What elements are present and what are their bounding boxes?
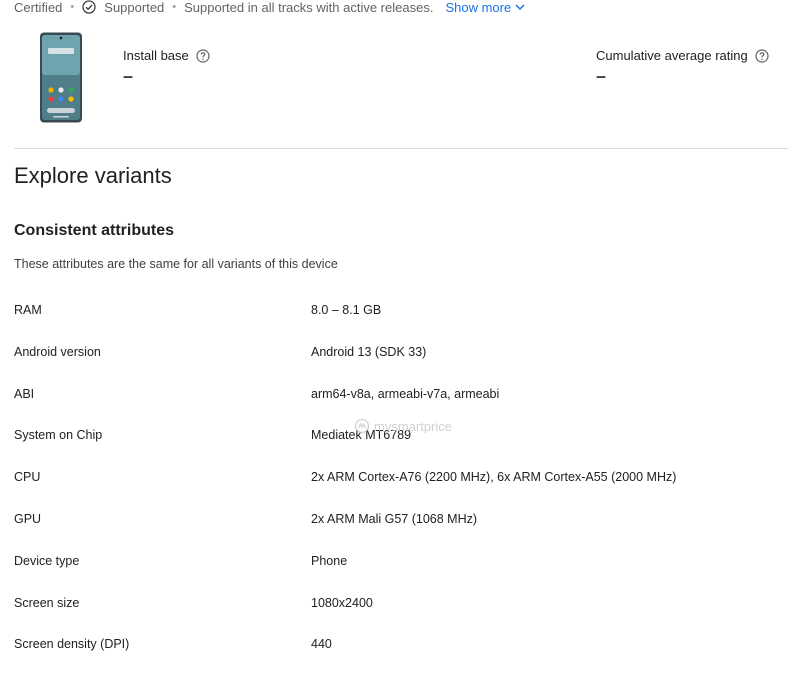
chevron-down-icon	[514, 1, 526, 13]
watermark: mysmartprice	[354, 418, 452, 434]
attribute-value: 2x ARM Cortex-A76 (2200 MHz), 6x ARM Cor…	[311, 470, 677, 485]
attribute-name: System on Chip	[14, 428, 103, 443]
watermark-text: mysmartprice	[374, 418, 453, 434]
attribute-name: Android version	[14, 344, 101, 359]
attributes-table: RAM 8.0 – 8.1 GB Android version Android…	[14, 290, 774, 666]
table-row: RAM 8.0 – 8.1 GB	[14, 290, 774, 332]
attribute-name: CPU	[14, 470, 41, 485]
table-row: ABI arm64-v8a, armeabi-v7a, armeabi	[14, 374, 774, 416]
table-row: GPU 2x ARM Mali G57 (1068 MHz)	[14, 499, 774, 541]
attribute-name: Device type	[14, 553, 80, 568]
install-base-value: –	[123, 66, 134, 86]
help-icon[interactable]	[196, 48, 210, 63]
table-row: Screen size 1080x2400	[14, 583, 774, 625]
support-status-bar: Certified • Supported • Supported in all…	[14, 0, 526, 16]
section-description: These attributes are the same for all va…	[14, 257, 338, 271]
supported-label: Supported	[104, 0, 165, 15]
show-more-link[interactable]: Show more	[445, 0, 526, 15]
attribute-value: 440	[311, 637, 332, 652]
section-title: Consistent attributes	[14, 222, 175, 239]
table-row: Android version Android 13 (SDK 33)	[14, 332, 774, 374]
check-circle-icon	[82, 0, 96, 14]
attribute-value: 2x ARM Mali G57 (1068 MHz)	[311, 511, 478, 526]
watermark-logo-icon	[354, 418, 370, 434]
certified-label: Certified	[14, 0, 63, 15]
separator-dot: •	[70, 1, 75, 13]
attribute-value: arm64-v8a, armeabi-v7a, armeabi	[311, 386, 500, 401]
average-rating-value: –	[596, 66, 607, 86]
device-image	[39, 32, 83, 123]
average-rating-label: Cumulative average rating	[596, 48, 748, 63]
attribute-name: Screen density (DPI)	[14, 637, 130, 652]
average-rating-stat: Cumulative average rating –	[596, 48, 769, 87]
table-row: Device type Phone	[14, 541, 774, 583]
separator-dot: •	[172, 1, 177, 13]
help-icon[interactable]	[755, 48, 769, 63]
table-row: CPU 2x ARM Cortex-A76 (2200 MHz), 6x ARM…	[14, 457, 774, 499]
attribute-value: 8.0 – 8.1 GB	[311, 303, 382, 317]
attribute-name: Screen size	[14, 595, 80, 610]
attribute-name: GPU	[14, 511, 42, 526]
attribute-value: 1080x2400	[311, 595, 373, 610]
table-row: Screen density (DPI) 440	[14, 624, 774, 666]
page-title: Explore variants	[14, 163, 172, 188]
attribute-name: ABI	[14, 386, 35, 401]
tracks-label: Supported in all tracks with active rele…	[184, 0, 434, 15]
section-divider	[14, 148, 788, 149]
show-more-label: Show more	[445, 0, 512, 15]
install-base-label: Install base	[123, 48, 189, 63]
install-base-stat: Install base –	[123, 48, 210, 87]
attribute-name: RAM	[14, 303, 42, 317]
attribute-value: Phone	[311, 553, 348, 568]
attribute-value: Android 13 (SDK 33)	[311, 344, 427, 359]
